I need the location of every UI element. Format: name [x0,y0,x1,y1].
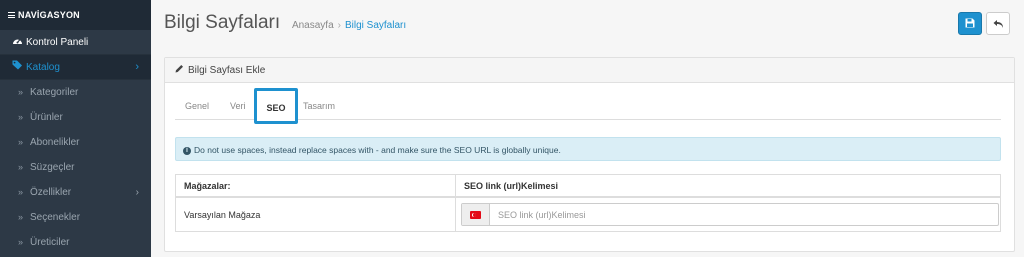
sidebar-subitem-label: Kategoriler [30,87,79,98]
floppy-disk-icon [965,18,975,28]
navigation-header: NAVİGASYON [0,0,151,30]
double-chevron-icon: » [18,212,24,222]
language-addon [462,204,490,225]
chevron-right-icon: › [135,187,139,198]
page-title: Bilgi Sayfaları [164,12,281,33]
double-chevron-icon: » [18,137,24,147]
info-page-panel: Bilgi Sayfası Ekle Genel Veri SEO Tasarı… [164,57,1015,252]
table-cell-seo-input [456,198,1001,232]
double-chevron-icon: » [18,187,24,197]
double-chevron-icon: » [18,112,24,122]
sidebar-subitem-subscriptions[interactable]: » Abonelikler [0,130,151,155]
sidebar-subitem-attributes[interactable]: » Özellikler › [0,180,151,205]
tab-seo[interactable]: SEO [254,88,298,124]
chevron-right-icon: › [135,61,139,73]
breadcrumb-current-link[interactable]: Bilgi Sayfaları [345,20,406,31]
main-content: Bilgi Sayfaları Anasayfa › Bilgi Sayfaları… [151,0,1024,257]
sidebar-subitem-label: Özellikler [30,187,72,198]
seo-keyword-input-group [461,203,999,226]
pencil-icon [175,58,184,83]
panel-heading: Bilgi Sayfası Ekle [165,58,1014,83]
sidebar-subitem-categories[interactable]: » Kategoriler [0,80,151,105]
reply-icon [993,19,1003,28]
sidebar-subitem-label: Süzgeçler [30,162,75,173]
alert-text: Do not use spaces, instead replace space… [194,145,561,155]
seo-keyword-input[interactable] [498,204,988,225]
tab-bar: Genel Veri SEO Tasarım [175,88,1001,124]
tab-general[interactable]: Genel [185,92,209,120]
double-chevron-icon: » [18,162,24,172]
sidebar-subitem-label: Üreticiler [30,237,70,248]
sidebar-subitem-options[interactable]: » Seçenekler [0,205,151,230]
table-cell-store: Varsayılan Mağaza [176,198,456,232]
turkey-flag-icon [470,211,481,219]
sidebar-subitem-manufacturers[interactable]: » Üreticiler [0,230,151,255]
seo-table: Mağazalar: SEO link (url)Kelimesi Varsay… [175,174,1001,232]
panel-title: Bilgi Sayfası Ekle [188,65,266,76]
navigation-header-label: NAVİGASYON [18,10,80,20]
sidebar-item-catalog[interactable]: Katalog › [0,55,151,80]
table-header-stores: Mağazalar: [176,175,456,198]
info-circle-icon: i [183,147,191,155]
breadcrumb-home-link[interactable]: Anasayfa [292,20,334,31]
sidebar-subitem-label: Seçenekler [30,212,81,223]
back-button[interactable] [986,12,1010,35]
sidebar-subitem-label: Abonelikler [30,137,80,148]
sidebar-subitem-products[interactable]: » Ürünler [0,105,151,130]
seo-info-alert: i Do not use spaces, instead replace spac… [175,137,1001,161]
breadcrumb: Anasayfa › Bilgi Sayfaları [292,20,406,31]
sidebar: NAVİGASYON Kontrol Paneli Katalog › » Kat… [0,0,151,257]
sidebar-subitem-filters[interactable]: » Süzgeçler [0,155,151,180]
sidebar-item-dashboard[interactable]: Kontrol Paneli [0,30,151,55]
tab-design[interactable]: Tasarım [303,92,335,120]
double-chevron-icon: » [18,87,24,97]
page-header: Bilgi Sayfaları Anasayfa › Bilgi Sayfaları [164,12,406,34]
sidebar-item-dashboard-label: Kontrol Paneli [26,37,89,48]
breadcrumb-separator: › [337,19,341,31]
tab-data[interactable]: Veri [230,92,246,120]
sidebar-item-catalog-label: Katalog [26,62,60,73]
tags-icon [12,55,23,80]
table-header-seo-keyword: SEO link (url)Kelimesi [456,175,1001,198]
hamburger-icon [8,12,15,18]
dashboard-icon [12,30,23,55]
save-button[interactable] [958,12,982,35]
sidebar-subitem-label: Ürünler [30,112,63,123]
double-chevron-icon: » [18,237,24,247]
